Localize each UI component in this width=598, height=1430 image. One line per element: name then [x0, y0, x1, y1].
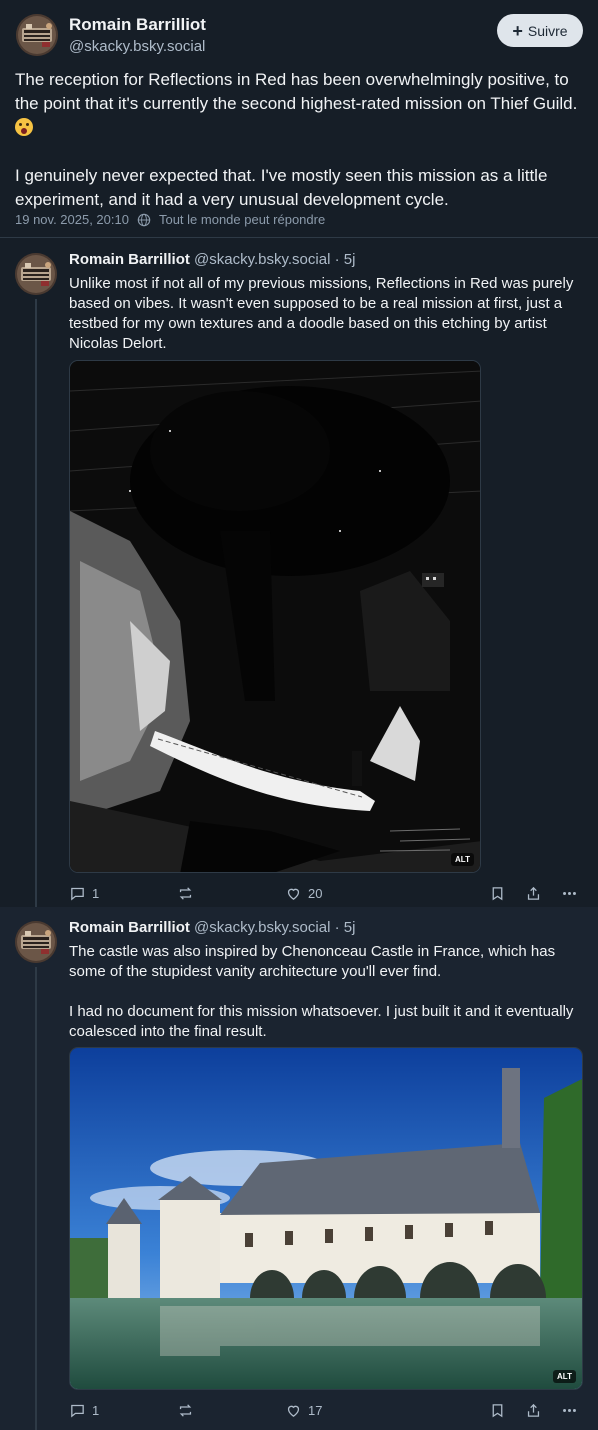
reply-header: Romain Barrilliot @skacky.bsky.social · … [69, 919, 355, 936]
post-actions: 1 20 [69, 885, 584, 907]
more-options-button[interactable] [561, 885, 578, 902]
author-handle[interactable]: @skacky.bsky.social [69, 38, 205, 55]
speech-bubble-icon [71, 887, 84, 901]
share-button[interactable] [525, 885, 542, 902]
follow-button[interactable]: + Suivre [497, 14, 583, 47]
bookmark-icon [492, 887, 503, 901]
heart-icon [287, 888, 300, 900]
author-name[interactable]: Romain Barrilliot [69, 919, 190, 936]
like-count: 17 [308, 1403, 323, 1418]
reply-text-paragraph: The castle was also inspired by Chenonce… [69, 943, 556, 980]
more-options-button[interactable] [561, 1402, 578, 1419]
post-time[interactable]: · 5j [335, 251, 356, 268]
bookmark-button[interactable] [489, 1402, 506, 1419]
main-post: Romain Barrilliot @skacky.bsky.social + … [0, 0, 598, 238]
alt-badge[interactable]: ALT [553, 1370, 576, 1383]
follow-label: Suivre [527, 22, 568, 39]
repost-button[interactable] [177, 885, 194, 902]
ellipsis-icon [563, 1409, 576, 1412]
avatar[interactable] [15, 253, 57, 295]
post-meta: 19 nov. 2025, 20:10 Tout le monde peut r… [15, 212, 325, 227]
post-time[interactable]: · 5j [335, 919, 356, 936]
reply-text-paragraph: I had no document for this mission whats… [69, 1003, 574, 1040]
reply-post: Romain Barrilliot @skacky.bsky.social · … [0, 907, 598, 1430]
reply-text: Unlike most if not all of my previous mi… [69, 274, 584, 354]
castle-photo[interactable]: ALT [69, 1047, 583, 1390]
reply-setting[interactable]: Tout le monde peut répondre [159, 212, 325, 227]
repost-button[interactable] [177, 1402, 194, 1419]
reply-header: Romain Barrilliot @skacky.bsky.social · … [69, 251, 355, 268]
alt-badge[interactable]: ALT [451, 853, 474, 866]
reply-count: 1 [92, 886, 100, 901]
reply-count: 1 [92, 1403, 100, 1418]
repost-icon [179, 887, 192, 900]
like-button[interactable]: 20 [285, 885, 322, 902]
author-name[interactable]: Romain Barrilliot [69, 15, 206, 35]
reply-button[interactable]: 1 [69, 885, 99, 902]
post-text-paragraph: I genuinely never expected that. I've mo… [15, 166, 548, 209]
speech-bubble-icon [71, 1404, 84, 1418]
author-name[interactable]: Romain Barrilliot [69, 251, 190, 268]
author-handle[interactable]: @skacky.bsky.social [194, 919, 330, 936]
thread-line [35, 299, 37, 907]
reply-button[interactable]: 1 [69, 1402, 99, 1419]
like-count: 20 [308, 886, 323, 901]
thread-line [35, 967, 37, 1430]
ellipsis-icon [563, 892, 576, 895]
post-actions: 1 17 [69, 1402, 584, 1424]
heart-icon [287, 1405, 300, 1417]
share-button[interactable] [525, 1402, 542, 1419]
like-button[interactable]: 17 [285, 1402, 322, 1419]
share-icon [527, 1403, 540, 1417]
etching-image[interactable]: ALT [69, 360, 481, 873]
post-date[interactable]: 19 nov. 2025, 20:10 [15, 212, 129, 227]
flushed-face-emoji-icon [15, 118, 33, 136]
post-text: The reception for Reflections in Red has… [15, 68, 585, 212]
author-handle[interactable]: @skacky.bsky.social [194, 251, 330, 268]
share-icon [527, 886, 540, 900]
repost-icon [179, 1404, 192, 1417]
reply-text-paragraph: Unlike most if not all of my previous mi… [69, 275, 574, 352]
post-text-paragraph: The reception for Reflections in Red has… [15, 70, 578, 113]
reply-text: The castle was also inspired by Chenonce… [69, 942, 584, 1042]
bookmark-button[interactable] [489, 885, 506, 902]
plus-icon: + [512, 20, 523, 41]
avatar[interactable] [15, 921, 57, 963]
bookmark-icon [492, 1404, 503, 1418]
avatar[interactable] [16, 14, 58, 56]
globe-icon [137, 213, 151, 226]
reply-post: Romain Barrilliot @skacky.bsky.social · … [0, 239, 598, 907]
